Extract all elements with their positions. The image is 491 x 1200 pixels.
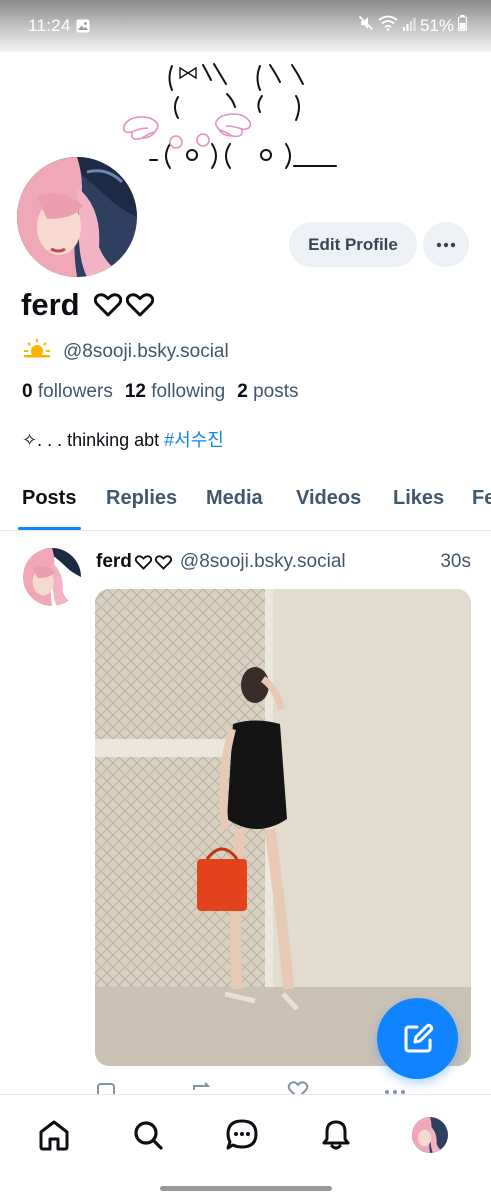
bottom-navigation <box>0 1094 491 1200</box>
profile-bio: ✧. . . thinking abt #서수진 <box>22 426 224 452</box>
status-time: 11:24 <box>28 16 71 35</box>
following-label: following <box>151 381 226 402</box>
heart-outline-icon <box>93 293 122 317</box>
wifi-icon <box>378 15 398 36</box>
post-author-name: ferd <box>96 551 132 572</box>
post-image[interactable] <box>95 589 471 1066</box>
posts-label: posts <box>253 381 299 402</box>
post-header: ferd @8sooji.bsky.social 30s <box>96 551 471 573</box>
tab-posts[interactable]: Posts <box>22 487 76 510</box>
edit-profile-button[interactable]: Edit Profile <box>289 222 417 267</box>
following-count: 12 <box>124 381 146 402</box>
chat-icon <box>226 1119 258 1150</box>
battery-level: 51% <box>419 15 454 35</box>
following-link[interactable]: 12 following <box>125 381 225 402</box>
nav-notifications[interactable] <box>316 1115 356 1155</box>
nav-profile-avatar <box>412 1117 448 1153</box>
tab-likes[interactable]: Likes <box>393 487 444 510</box>
tab-replies[interactable]: Replies <box>106 487 177 510</box>
nav-search[interactable] <box>128 1115 168 1155</box>
post-timestamp[interactable]: 30s <box>440 551 471 573</box>
posts-count: 2 <box>237 381 248 402</box>
compose-post-button[interactable] <box>377 998 458 1079</box>
followers-count: 0 <box>22 381 33 402</box>
bio-hashtag-link[interactable]: #서수진 <box>164 430 224 450</box>
sun-behind-cloud-icon <box>23 338 51 366</box>
tab-media[interactable]: Media <box>206 487 263 510</box>
heart-outline-icon <box>154 554 172 570</box>
heart-outline-icon <box>134 554 152 570</box>
tab-videos[interactable]: Videos <box>296 487 361 510</box>
home-icon <box>39 1120 69 1151</box>
status-icons: 51% <box>358 15 467 36</box>
profile-more-button[interactable] <box>423 222 469 267</box>
battery-icon <box>458 15 467 36</box>
active-tab-indicator <box>18 527 81 530</box>
profile-stats: 0 followers 12 following 2 posts <box>22 381 298 403</box>
profile-handle[interactable]: @8sooji.bsky.social <box>63 341 229 363</box>
profile-tabs: Posts Replies Media Videos Likes Feeds <box>0 470 491 531</box>
signal-icon <box>402 16 416 36</box>
display-name-text: ferd <box>21 287 80 322</box>
search-icon <box>134 1121 163 1150</box>
post-author-handle[interactable]: @8sooji.bsky.social <box>180 551 346 573</box>
bio-text: ✧. . . thinking abt <box>22 430 160 450</box>
heart-outline-icon <box>125 293 154 317</box>
handle-row: @8sooji.bsky.social <box>23 338 229 366</box>
profile-avatar[interactable] <box>14 154 140 280</box>
display-name: ferd <box>21 287 154 323</box>
status-bar: 11:24 51% <box>0 0 491 52</box>
home-indicator[interactable] <box>160 1186 332 1191</box>
bell-icon <box>322 1120 350 1150</box>
nav-profile[interactable] <box>410 1115 450 1155</box>
compose-icon <box>404 1023 433 1052</box>
tab-feeds[interactable]: Feeds <box>472 487 491 510</box>
post-author[interactable]: ferd <box>96 551 172 573</box>
followers-label: followers <box>37 381 113 402</box>
followers-link[interactable]: 0 followers <box>22 381 113 402</box>
mute-icon <box>358 15 374 36</box>
posts-stat: 2 posts <box>237 381 298 402</box>
nav-chat[interactable] <box>222 1115 262 1155</box>
post-author-avatar[interactable] <box>23 548 81 606</box>
profile-avatar-image <box>17 157 137 277</box>
gallery-notification-icon <box>76 19 90 38</box>
banner-art <box>122 63 337 169</box>
nav-home[interactable] <box>34 1115 74 1155</box>
ellipsis-icon <box>436 242 456 247</box>
